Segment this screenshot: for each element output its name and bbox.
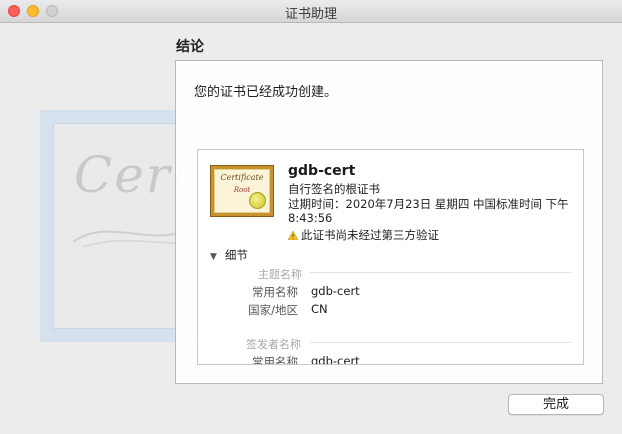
certificate-warning: 此证书尚未经过第三方验证 <box>288 227 439 243</box>
certificate-warning-text: 此证书尚未经过第三方验证 <box>301 228 439 242</box>
window-title: 证书助理 <box>284 7 337 22</box>
certificate-view[interactable]: Certificate Root gdb-cert 自行签名的根证书 过期时间：… <box>197 149 584 365</box>
subject-country-value: CN <box>311 302 328 316</box>
subject-name-heading: 主题名称 <box>258 268 302 281</box>
certificate-type: 自行签名的根证书 <box>288 182 380 196</box>
subject-country-label: 国家/地区 <box>248 303 298 317</box>
summary-message: 您的证书已经成功创建。 <box>194 85 338 100</box>
certificate-icon: Certificate Root <box>210 165 274 217</box>
subject-common-name-label: 常用名称 <box>252 285 298 299</box>
issuer-common-name-value: gdb-cert <box>311 354 360 365</box>
subject-common-name-value: gdb-cert <box>311 284 360 298</box>
divider <box>310 272 572 273</box>
divider <box>310 342 572 343</box>
certificate-expiration: 过期时间：2020年7月23日 星期四 中国标准时间 下午8:43:56 <box>288 197 569 225</box>
done-button[interactable]: 完成 <box>508 394 604 415</box>
certificate-name: gdb-cert <box>288 163 356 179</box>
warning-icon <box>288 231 298 240</box>
title-bar: 证书助理 <box>0 0 622 23</box>
details-label: 细节 <box>224 248 248 262</box>
issuer-common-name-label: 常用名称 <box>252 355 298 365</box>
seal-icon <box>249 192 266 209</box>
section-title: 结论 <box>176 39 204 55</box>
issuer-name-heading: 签发者名称 <box>246 338 301 351</box>
disclosure-triangle-icon: ▼ <box>210 252 217 262</box>
conclusion-panel: 您的证书已经成功创建。 Certificate Root gdb-cert 自行… <box>175 60 603 384</box>
details-disclosure[interactable]: ▼ 细节 <box>210 247 248 263</box>
certificate-icon-title: Certificate <box>220 173 264 182</box>
